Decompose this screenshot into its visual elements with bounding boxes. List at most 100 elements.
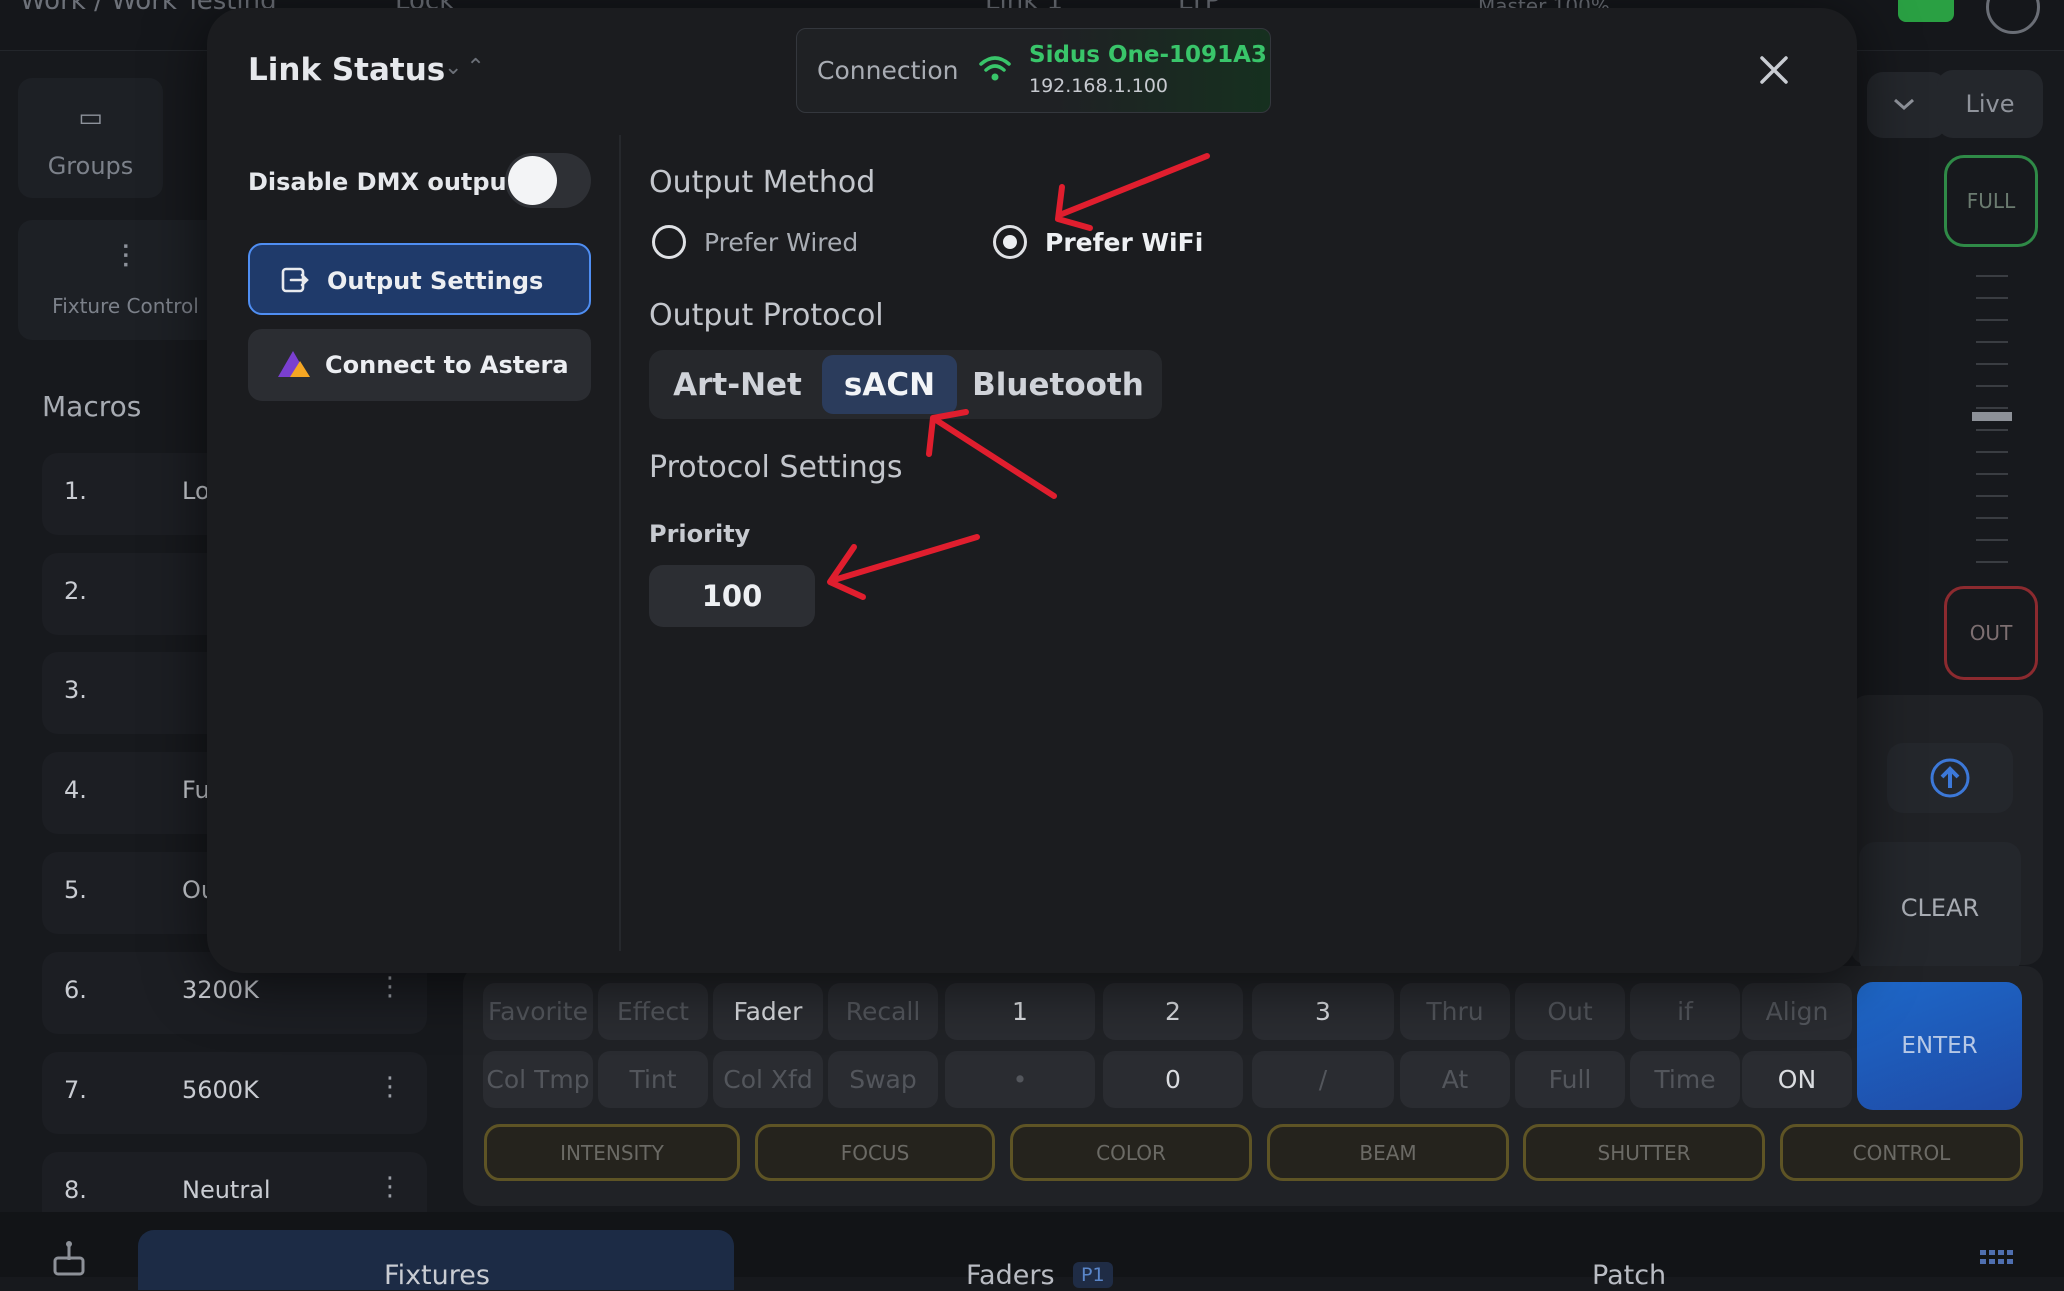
priority-label: Priority: [649, 520, 751, 548]
dialog-title: Link Status: [248, 52, 446, 88]
more-options-icon[interactable]: ⋮: [377, 972, 403, 1002]
protocol-sacn[interactable]: sACN: [822, 355, 957, 414]
live-button[interactable]: Live: [1937, 70, 2043, 138]
keypad-key[interactable]: 2: [1103, 983, 1243, 1040]
upload-button[interactable]: [1887, 743, 2013, 813]
keypad-key[interactable]: •: [945, 1051, 1095, 1108]
keypad-key[interactable]: 0: [1103, 1051, 1243, 1108]
keypad-key[interactable]: Full: [1515, 1051, 1625, 1108]
astera-logo-icon: [278, 351, 310, 377]
output-icon: [281, 267, 309, 293]
category-button[interactable]: CONTROL: [1780, 1124, 2023, 1181]
protocol-artnet[interactable]: Art-Net: [655, 355, 820, 414]
keypad-grid-icon[interactable]: [1980, 1250, 2014, 1272]
disable-dmx-toggle[interactable]: [505, 153, 591, 208]
category-button[interactable]: FOCUS: [755, 1124, 995, 1181]
full-button[interactable]: FULL: [1944, 155, 2038, 247]
collapse-expand-icon[interactable]: ⌄⌃: [444, 55, 489, 80]
keypad-key[interactable]: Thru: [1400, 983, 1510, 1040]
macro-row[interactable]: 7. 5600K ⋮: [42, 1052, 427, 1134]
output-settings-label: Output Settings: [327, 267, 544, 295]
keypad-key[interactable]: Col Xfd: [713, 1051, 823, 1108]
tab-patch[interactable]: Patch: [1592, 1260, 1666, 1291]
keypad-key[interactable]: Fader: [713, 983, 823, 1040]
priority-input[interactable]: 100: [649, 565, 815, 627]
category-button[interactable]: COLOR: [1010, 1124, 1252, 1181]
tab-fixtures-label: Fixtures: [384, 1260, 490, 1291]
keypad-key[interactable]: Favorite: [483, 983, 593, 1040]
connection-label: Connection: [817, 56, 959, 85]
tab-fixtures[interactable]: Fixtures: [138, 1230, 734, 1291]
sliders-icon: ⫶: [121, 238, 130, 276]
keypad-key[interactable]: if: [1630, 983, 1740, 1040]
macro-number: 1.: [64, 477, 87, 505]
category-button[interactable]: INTENSITY: [484, 1124, 740, 1181]
nav-fixture-control[interactable]: ⫶ Fixture Control: [18, 220, 233, 340]
faders-page-badge: P1: [1073, 1262, 1113, 1288]
device-name: Sidus One-1091A3: [1029, 42, 1267, 68]
category-button[interactable]: BEAM: [1267, 1124, 1509, 1181]
keypad-key[interactable]: Col Tmp: [483, 1051, 593, 1108]
category-button[interactable]: SHUTTER: [1523, 1124, 1765, 1181]
output-protocol-title: Output Protocol: [649, 298, 884, 333]
settings-icon[interactable]: [1986, 0, 2040, 34]
output-method-title: Output Method: [649, 165, 876, 200]
nav-fixture-control-label: Fixture Control: [52, 294, 199, 318]
view-dropdown[interactable]: [1867, 72, 1947, 138]
wifi-icon: [979, 56, 1011, 81]
radio-prefer-wifi[interactable]: Prefer WiFi: [993, 225, 1233, 265]
radio-indicator-selected: [993, 225, 1027, 259]
disable-dmx-label: Disable DMX output: [248, 168, 519, 196]
output-settings-button[interactable]: Output Settings: [248, 243, 591, 315]
fader-ticks: [1964, 275, 2028, 563]
prefer-wifi-label: Prefer WiFi: [1045, 228, 1204, 257]
keypad-key[interactable]: Swap: [828, 1051, 938, 1108]
keypad-key[interactable]: At: [1400, 1051, 1510, 1108]
protocol-bluetooth[interactable]: Bluetooth: [960, 355, 1156, 414]
macros-title: Macros: [42, 390, 142, 423]
device-ip: 192.168.1.100: [1029, 75, 1169, 97]
nav-groups[interactable]: ▭ Groups: [18, 78, 163, 198]
connect-astera-label: Connect to Astera: [325, 351, 569, 379]
keypad-key[interactable]: Recall: [828, 983, 938, 1040]
keypad-key[interactable]: 3: [1252, 983, 1394, 1040]
macro-number: 6.: [64, 976, 87, 1004]
macro-number: 8.: [64, 1176, 87, 1204]
macro-label: Lo: [182, 477, 210, 505]
keypad-key[interactable]: /: [1252, 1051, 1394, 1108]
radio-prefer-wired[interactable]: Prefer Wired: [652, 225, 952, 265]
upload-arrow-icon: [1930, 758, 1970, 798]
keypad-key[interactable]: Out: [1515, 983, 1625, 1040]
prefer-wired-label: Prefer Wired: [704, 228, 859, 257]
keypad-key[interactable]: Time: [1630, 1051, 1740, 1108]
out-button[interactable]: OUT: [1944, 586, 2038, 680]
tab-faders[interactable]: Faders: [966, 1260, 1055, 1291]
keypad-key[interactable]: Tint: [598, 1051, 708, 1108]
toggle-knob: [508, 156, 557, 205]
nav-groups-label: Groups: [47, 152, 134, 180]
user-badge[interactable]: [1898, 0, 1954, 22]
keypad-key[interactable]: ON: [1742, 1051, 1852, 1108]
keypad-key[interactable]: Align: [1742, 983, 1852, 1040]
clear-button[interactable]: CLEAR: [1859, 842, 2021, 974]
macro-label: 5600K: [182, 1076, 259, 1104]
macro-number: 7.: [64, 1076, 87, 1104]
macro-label: 3200K: [182, 976, 259, 1004]
folder-icon: ▭: [78, 103, 103, 133]
bottom-bar: Fixtures Faders P1 Patch: [0, 1212, 2064, 1291]
chevron-down-icon: [1894, 98, 1914, 111]
more-options-icon[interactable]: ⋮: [377, 1172, 403, 1202]
keypad-key[interactable]: Effect: [598, 983, 708, 1040]
close-icon[interactable]: [1756, 52, 1792, 88]
macro-number: 3.: [64, 676, 87, 704]
enter-button[interactable]: ENTER: [1857, 982, 2022, 1110]
dialog-divider: [619, 135, 621, 951]
protocol-settings-title: Protocol Settings: [649, 450, 903, 485]
connect-astera-button[interactable]: Connect to Astera: [248, 329, 591, 401]
more-options-icon[interactable]: ⋮: [377, 1072, 403, 1102]
keypad-key[interactable]: 1: [945, 983, 1095, 1040]
macro-number: 2.: [64, 577, 87, 605]
link-status-dialog: [207, 8, 1857, 973]
console-icon[interactable]: [50, 1240, 88, 1276]
master-fader[interactable]: [1964, 268, 2028, 568]
